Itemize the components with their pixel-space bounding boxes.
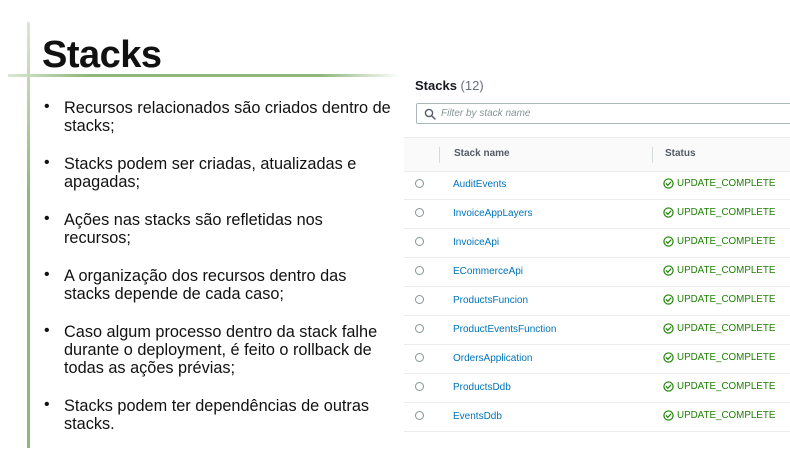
bullet-item: • Ações nas stacks são refletidas nos rec… bbox=[44, 210, 323, 247]
column-header-stack-name[interactable]: Stack name bbox=[454, 148, 510, 159]
table-row[interactable]: EventsDdb UPDATE_COMPLETE bbox=[404, 403, 790, 432]
status-text: UPDATE_COMPLETE bbox=[677, 207, 776, 218]
stacks-console-panel: Stacks (12) Stack name Status AuditEvent… bbox=[404, 66, 790, 448]
row-select-radio[interactable] bbox=[415, 237, 424, 246]
status-text: UPDATE_COMPLETE bbox=[677, 381, 776, 392]
column-header-status[interactable]: Status bbox=[665, 148, 696, 159]
bullet-dot-icon: • bbox=[44, 396, 50, 413]
table-row[interactable]: ProductEventsFunction UPDATE_COMPLETE bbox=[404, 316, 790, 345]
row-select-radio[interactable] bbox=[415, 324, 424, 333]
row-select-radio[interactable] bbox=[415, 266, 424, 275]
row-select-radio[interactable] bbox=[415, 353, 424, 362]
check-circle-icon bbox=[663, 381, 674, 392]
stack-status: UPDATE_COMPLETE bbox=[663, 265, 775, 276]
stack-status: UPDATE_COMPLETE bbox=[663, 178, 775, 189]
stack-status: UPDATE_COMPLETE bbox=[663, 352, 775, 363]
table-row[interactable]: InvoiceApi UPDATE_COMPLETE bbox=[404, 229, 790, 258]
stack-status: UPDATE_COMPLETE bbox=[663, 323, 775, 334]
status-text: UPDATE_COMPLETE bbox=[677, 323, 776, 334]
status-text: UPDATE_COMPLETE bbox=[677, 352, 776, 363]
table-row[interactable]: InvoiceAppLayers UPDATE_COMPLETE bbox=[404, 200, 790, 229]
row-select-radio[interactable] bbox=[415, 208, 424, 217]
stack-name-link[interactable]: EventsDdb bbox=[453, 411, 502, 422]
bullet-item: • A organização dos recursos dentro das s… bbox=[44, 266, 347, 303]
search-icon bbox=[424, 108, 436, 120]
slide-title: Stacks bbox=[42, 34, 162, 76]
stack-name-link[interactable]: AuditEvents bbox=[453, 179, 506, 190]
check-circle-icon bbox=[663, 352, 674, 363]
bullet-dot-icon: • bbox=[44, 266, 50, 283]
table-row[interactable]: ECommerceApi UPDATE_COMPLETE bbox=[404, 258, 790, 287]
bullet-dot-icon: • bbox=[44, 154, 50, 171]
bullet-dot-icon: • bbox=[44, 322, 50, 339]
status-text: UPDATE_COMPLETE bbox=[677, 236, 776, 247]
check-circle-icon bbox=[663, 236, 674, 247]
bullet-item: • Recursos relacionados são criados dentr… bbox=[44, 98, 391, 135]
stacks-table-body: AuditEvents UPDATE_COMPLETE InvoiceAppLaye… bbox=[404, 171, 790, 432]
stack-name-link[interactable]: InvoiceApi bbox=[453, 237, 499, 248]
column-divider bbox=[439, 147, 440, 163]
stack-status: UPDATE_COMPLETE bbox=[663, 294, 775, 305]
bullet-dot-icon: • bbox=[44, 98, 50, 115]
table-row[interactable]: ProductsFuncion UPDATE_COMPLETE bbox=[404, 287, 790, 316]
check-circle-icon bbox=[663, 265, 674, 276]
bullet-list: • Recursos relacionados são criados dentr… bbox=[44, 98, 394, 453]
bullet-item: • Stacks podem ser criadas, atualizadas e… bbox=[44, 154, 357, 191]
row-select-radio[interactable] bbox=[415, 295, 424, 304]
check-circle-icon bbox=[663, 410, 674, 421]
stack-status: UPDATE_COMPLETE bbox=[663, 207, 775, 218]
stacks-count: (12) bbox=[460, 78, 484, 93]
accent-vertical-line bbox=[27, 22, 30, 448]
check-circle-icon bbox=[663, 207, 674, 218]
column-divider bbox=[652, 147, 653, 163]
stack-status: UPDATE_COMPLETE bbox=[663, 236, 775, 247]
status-text: UPDATE_COMPLETE bbox=[677, 294, 776, 305]
stack-status: UPDATE_COMPLETE bbox=[663, 410, 775, 421]
stack-search-box[interactable] bbox=[416, 103, 790, 124]
bullet-item: • Caso algum processo dentro da stack fal… bbox=[44, 322, 378, 377]
status-text: UPDATE_COMPLETE bbox=[677, 178, 776, 189]
stack-name-link[interactable]: ProductsFuncion bbox=[453, 295, 528, 306]
row-select-radio[interactable] bbox=[415, 382, 424, 391]
stack-name-link[interactable]: OrdersApplication bbox=[453, 353, 532, 364]
check-circle-icon bbox=[663, 178, 674, 189]
check-circle-icon bbox=[663, 294, 674, 305]
stack-name-link[interactable]: ECommerceApi bbox=[453, 266, 523, 277]
table-header: Stack name Status bbox=[404, 137, 790, 172]
stack-status: UPDATE_COMPLETE bbox=[663, 381, 775, 392]
check-circle-icon bbox=[663, 323, 674, 334]
table-row[interactable]: ProductsDdb UPDATE_COMPLETE bbox=[404, 374, 790, 403]
row-select-radio[interactable] bbox=[415, 179, 424, 188]
stack-search-input[interactable] bbox=[441, 106, 771, 121]
stack-name-link[interactable]: ProductEventsFunction bbox=[453, 324, 556, 335]
bullet-item: • Stacks podem ter dependências de outras… bbox=[44, 396, 370, 433]
status-text: UPDATE_COMPLETE bbox=[677, 265, 776, 276]
table-row[interactable]: AuditEvents UPDATE_COMPLETE bbox=[404, 171, 790, 200]
stacks-panel-title: Stacks (12) bbox=[415, 78, 484, 93]
bullet-dot-icon: • bbox=[44, 210, 50, 227]
status-text: UPDATE_COMPLETE bbox=[677, 410, 776, 421]
table-row[interactable]: OrdersApplication UPDATE_COMPLETE bbox=[404, 345, 790, 374]
stack-name-link[interactable]: InvoiceAppLayers bbox=[453, 208, 533, 219]
row-select-radio[interactable] bbox=[415, 411, 424, 420]
stack-name-link[interactable]: ProductsDdb bbox=[453, 382, 511, 393]
